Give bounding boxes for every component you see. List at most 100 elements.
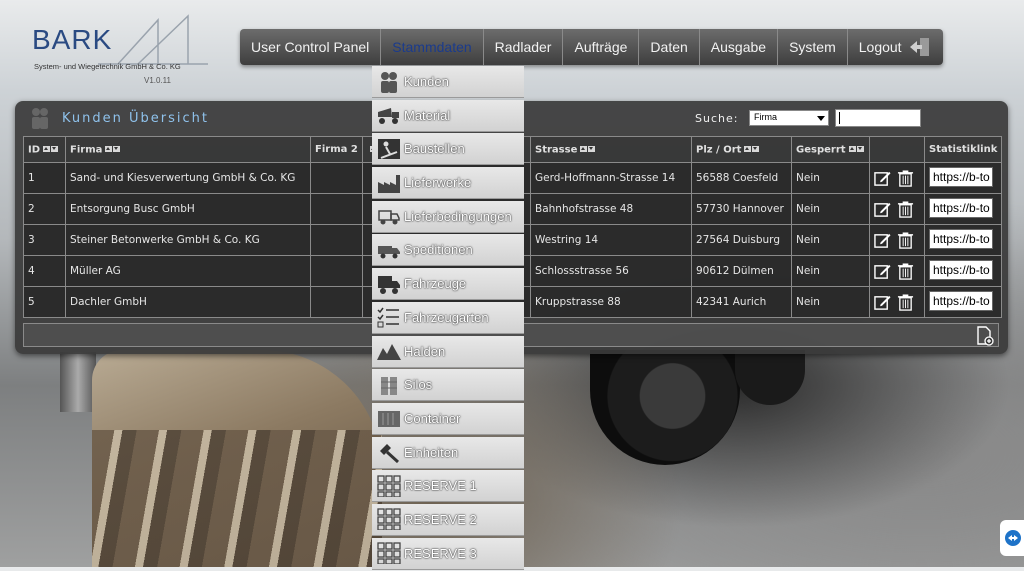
cell-gesperrt: Nein xyxy=(791,255,870,287)
menu-item-lieferwerke[interactable]: Lieferwerke xyxy=(372,167,524,200)
teamviewer-icon[interactable] xyxy=(1000,520,1024,556)
edit-icon[interactable] xyxy=(874,294,891,311)
nav-stammdaten[interactable]: Stammdaten xyxy=(381,29,484,65)
people-icon xyxy=(376,69,402,95)
column-header-firma2[interactable]: Firma 2 xyxy=(310,136,363,163)
nav-system[interactable]: System xyxy=(778,29,848,65)
menu-item-silos[interactable]: Silos xyxy=(372,369,524,402)
nav-daten[interactable]: Daten xyxy=(639,29,700,65)
hammer-icon xyxy=(376,439,402,465)
column-header-plz-ort[interactable]: Plz / Ort xyxy=(691,136,792,163)
grid-icon xyxy=(376,540,402,566)
menu-item-label: Fahrzeugarten xyxy=(404,309,489,325)
cell-strasse: Bahnhofstrasse 48 xyxy=(530,193,692,225)
menu-item-fahrzeugarten[interactable]: Fahrzeugarten xyxy=(372,301,524,334)
menu-item-material[interactable]: Material xyxy=(372,99,524,132)
cell-actions xyxy=(869,255,925,287)
cell-plz-ort: 56588 Coesfeld xyxy=(691,162,792,194)
search-field-selected: Firma xyxy=(754,112,777,122)
cell-gesperrt: Nein xyxy=(791,286,870,318)
menu-item-label: Baustellen xyxy=(404,141,465,157)
construction-worker-icon xyxy=(376,136,402,162)
column-header-id[interactable]: ID xyxy=(23,136,66,163)
lorry-icon xyxy=(376,271,402,297)
nav-radlader[interactable]: Radlader xyxy=(484,29,564,65)
cell-statistiklink: https://b-to xyxy=(923,255,1003,287)
checklist-icon xyxy=(376,304,402,330)
cell-gesperrt: Nein xyxy=(791,224,870,256)
edit-icon[interactable] xyxy=(874,201,891,218)
column-header-firma[interactable]: Firma xyxy=(65,136,311,163)
menu-item-baustellen[interactable]: Baustellen xyxy=(372,133,524,166)
delete-icon[interactable] xyxy=(897,293,914,311)
sort-arrows-icon xyxy=(744,144,760,155)
menu-item-reserve-1[interactable]: RESERVE 1 xyxy=(372,470,524,503)
cell-actions xyxy=(869,286,925,318)
statistik-link-field[interactable]: https://b-to xyxy=(929,228,993,249)
cell-id: 4 xyxy=(23,255,66,287)
search-input[interactable] xyxy=(835,109,921,127)
people-icon xyxy=(32,108,48,129)
menu-item-halden[interactable]: Halden xyxy=(372,335,524,368)
background-tire xyxy=(590,350,740,465)
search-label: Suche: xyxy=(695,112,739,125)
menu-item-speditionen[interactable]: Speditionen xyxy=(372,234,524,267)
cell-gesperrt: Nein xyxy=(791,162,870,194)
background-bucket-teeth xyxy=(92,430,382,567)
menu-item-label: RESERVE 2 xyxy=(404,511,477,527)
nav-ausgabe[interactable]: Ausgabe xyxy=(700,29,779,65)
menu-item-reserve-3[interactable]: RESERVE 3 xyxy=(372,537,524,570)
cell-plz-ort: 27564 Duisburg xyxy=(691,224,792,256)
menu-item-fahrzeuge[interactable]: Fahrzeuge xyxy=(372,268,524,301)
cell-firma2 xyxy=(310,193,363,225)
nav-auftraege[interactable]: Aufträge xyxy=(563,29,640,65)
edit-icon[interactable] xyxy=(874,263,891,280)
menu-item-lieferbedingungen[interactable]: Lieferbedingungen xyxy=(372,200,524,233)
cell-strasse: Schlossstrasse 56 xyxy=(530,255,692,287)
menu-item-label: Fahrzeuge xyxy=(404,276,467,292)
cell-firma2 xyxy=(310,162,363,194)
cell-strasse: Westring 14 xyxy=(530,224,692,256)
nav-logout[interactable]: Logout xyxy=(848,29,943,65)
menu-item-label: Lieferbedingungen xyxy=(404,208,512,224)
cell-gesperrt: Nein xyxy=(791,193,870,225)
column-header-gesperrt[interactable]: Gesperrt xyxy=(791,136,870,163)
edit-icon[interactable] xyxy=(874,170,891,187)
truck-icon xyxy=(376,237,402,263)
column-header-strasse[interactable]: Strasse xyxy=(530,136,692,163)
cell-firma2 xyxy=(310,224,363,256)
statistik-link-field[interactable]: https://b-to xyxy=(929,197,993,218)
cell-strasse: Kruppstrasse 88 xyxy=(530,286,692,318)
chevron-down-icon xyxy=(817,116,825,121)
menu-item-label: Silos xyxy=(404,377,433,393)
add-customer-icon[interactable] xyxy=(976,326,994,346)
menu-item-kunden[interactable]: Kunden xyxy=(372,66,524,98)
edit-icon[interactable] xyxy=(874,232,891,249)
delete-icon[interactable] xyxy=(897,262,914,280)
menu-item-label: Container xyxy=(404,410,461,426)
search-field-select[interactable]: Firma xyxy=(749,110,829,126)
statistik-link-field[interactable]: https://b-to xyxy=(929,290,993,311)
nav-user-control-panel[interactable]: User Control Panel xyxy=(240,29,382,65)
menu-item-label: Speditionen xyxy=(404,242,473,258)
menu-item-reserve-2[interactable]: RESERVE 2 xyxy=(372,503,524,536)
delete-icon[interactable] xyxy=(897,231,914,249)
cell-id: 2 xyxy=(23,193,66,225)
statistik-link-field[interactable]: https://b-to xyxy=(929,259,993,280)
cell-actions xyxy=(869,162,925,194)
mountain-icon xyxy=(376,338,402,364)
sort-arrows-icon xyxy=(43,144,59,155)
cell-firma: Müller AG xyxy=(65,255,311,287)
cell-strasse: Gerd-Hoffmann-Strasse 14 xyxy=(530,162,692,194)
delete-icon[interactable] xyxy=(897,200,914,218)
cell-actions xyxy=(869,193,925,225)
menu-item-einheiten[interactable]: Einheiten xyxy=(372,436,524,469)
menu-item-container[interactable]: Container xyxy=(372,402,524,435)
column-header-statistiklink: Statistiklink xyxy=(923,136,1003,163)
container-icon xyxy=(376,405,402,431)
sort-arrows-icon xyxy=(848,144,865,155)
panel-title: Kunden Übersicht xyxy=(62,111,209,126)
cell-id: 1 xyxy=(23,162,66,194)
statistik-link-field[interactable]: https://b-to xyxy=(929,166,993,187)
delete-icon[interactable] xyxy=(897,169,914,187)
